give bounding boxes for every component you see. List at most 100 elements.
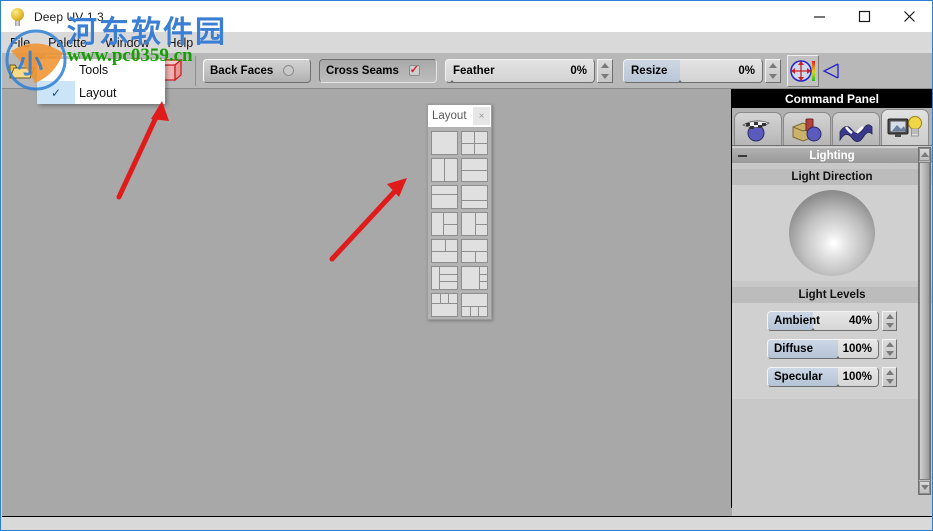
resize-stepper[interactable] bbox=[765, 58, 781, 83]
camera-cone-icon[interactable] bbox=[821, 58, 841, 84]
menu-item-layout[interactable]: ✓ Layout bbox=[37, 81, 165, 104]
level-row-diffuse: Diffuse 100% bbox=[732, 339, 932, 359]
resize-field[interactable]: Resize 0% bbox=[623, 58, 763, 83]
check-icon: ✓ bbox=[37, 81, 75, 104]
light-sphere-icon[interactable] bbox=[789, 190, 875, 276]
chevron-up-icon[interactable] bbox=[885, 370, 894, 375]
close-icon[interactable]: × bbox=[473, 107, 490, 125]
uv-viewport[interactable] bbox=[2, 89, 732, 516]
back-faces-toggle[interactable]: Back Faces bbox=[203, 58, 311, 83]
palette-dropdown-menu[interactable]: Tools ✓ Layout bbox=[37, 59, 165, 104]
diffuse-field[interactable]: Diffuse 100% bbox=[767, 339, 879, 359]
specular-value: 100% bbox=[842, 371, 872, 383]
resize-label: Resize bbox=[631, 64, 668, 77]
rollout-lighting-header[interactable]: Lighting bbox=[732, 147, 932, 163]
level-row-ambient: Ambient 40% bbox=[732, 311, 932, 331]
layout-options-grid bbox=[428, 127, 491, 321]
command-panel-title: Command Panel bbox=[732, 89, 932, 108]
layout-left-right-split[interactable] bbox=[461, 212, 488, 236]
back-faces-checkbox[interactable] bbox=[283, 65, 295, 76]
feather-spinner[interactable]: Feather 0% bbox=[445, 58, 613, 83]
chevron-down-icon[interactable] bbox=[769, 73, 777, 79]
ambient-stepper[interactable] bbox=[882, 311, 897, 331]
chevron-up-icon[interactable] bbox=[885, 314, 894, 319]
specular-label: Specular bbox=[774, 371, 823, 383]
menu-window[interactable]: Window bbox=[97, 34, 157, 52]
layout-left-stack-main[interactable] bbox=[431, 266, 458, 290]
chevron-up-icon[interactable] bbox=[885, 342, 894, 347]
maximize-icon[interactable] bbox=[842, 1, 887, 32]
feather-stepper[interactable] bbox=[597, 58, 613, 83]
menu-item-tools[interactable]: Tools bbox=[37, 59, 165, 81]
menu-help[interactable]: Help bbox=[160, 34, 202, 52]
application-window: Deep UV 1.3 File Palette Window Help Bac… bbox=[0, 0, 933, 531]
menu-palette[interactable]: Palette bbox=[40, 34, 95, 52]
diffuse-stepper[interactable] bbox=[882, 339, 897, 359]
light-direction-control[interactable] bbox=[732, 185, 932, 281]
feather-label: Feather bbox=[453, 64, 495, 77]
command-panel-tabs bbox=[732, 108, 932, 146]
layout-two-vertical[interactable] bbox=[431, 158, 458, 182]
rollout-lighting-title: Lighting bbox=[809, 149, 855, 162]
viewport-bottom-strip bbox=[2, 508, 732, 516]
ambient-field[interactable]: Ambient 40% bbox=[767, 311, 879, 331]
title-bar: Deep UV 1.3 bbox=[1, 1, 932, 32]
scroll-up-button[interactable] bbox=[919, 148, 930, 161]
resize-value: 0% bbox=[738, 64, 755, 77]
resize-spinner[interactable]: Resize 0% bbox=[623, 58, 781, 83]
layout-main-right-stack[interactable] bbox=[461, 266, 488, 290]
layout-palette-titlebar[interactable]: Layout × bbox=[428, 105, 491, 127]
layout-top-bottom-split[interactable] bbox=[461, 239, 488, 263]
level-row-specular: Specular 100% bbox=[732, 367, 932, 387]
menu-item-layout-label: Layout bbox=[79, 85, 117, 100]
cross-seams-checkbox[interactable]: ✓ bbox=[408, 65, 420, 76]
chevron-up-icon[interactable] bbox=[601, 62, 609, 68]
light-levels-header: Light Levels bbox=[732, 287, 932, 303]
ambient-label: Ambient bbox=[774, 315, 820, 327]
layout-top-bottom-tri[interactable] bbox=[461, 293, 488, 317]
menu-file[interactable]: File bbox=[2, 34, 38, 52]
open-folder-icon[interactable] bbox=[6, 56, 38, 86]
back-faces-label: Back Faces bbox=[210, 64, 274, 77]
scroll-down-button[interactable] bbox=[919, 481, 930, 494]
chevron-down-icon[interactable] bbox=[885, 379, 894, 384]
chevron-down-icon[interactable] bbox=[885, 351, 894, 356]
light-direction-header: Light Direction bbox=[732, 169, 932, 185]
specular-field[interactable]: Specular 100% bbox=[767, 367, 879, 387]
layout-quad[interactable] bbox=[461, 131, 488, 155]
cross-seams-label: Cross Seams bbox=[326, 64, 399, 77]
chevron-up-icon[interactable] bbox=[769, 62, 777, 68]
layout-palette-title: Layout bbox=[432, 110, 467, 122]
sphere-lamp-icon bbox=[8, 6, 30, 28]
layout-top-tri-bottom[interactable] bbox=[431, 293, 458, 317]
diffuse-value: 100% bbox=[842, 343, 872, 355]
tab-material-checker[interactable] bbox=[734, 112, 782, 145]
layout-top-thin-bottom[interactable] bbox=[431, 185, 458, 209]
cross-seams-toggle[interactable]: Cross Seams ✓ bbox=[319, 58, 437, 83]
chevron-down-icon[interactable] bbox=[601, 73, 609, 79]
command-panel: Command Panel Lighting Light Direction L… bbox=[732, 89, 932, 516]
feather-value: 0% bbox=[570, 64, 587, 77]
layout-two-horizontal[interactable] bbox=[461, 158, 488, 182]
layout-top-bottom-thin[interactable] bbox=[461, 185, 488, 209]
minimize-icon[interactable] bbox=[797, 1, 842, 32]
scrollbar-thumb[interactable] bbox=[919, 162, 930, 480]
tab-display-lighting[interactable] bbox=[881, 109, 929, 145]
layout-palette[interactable]: Layout × bbox=[427, 104, 492, 320]
rotate-gizmo-icon[interactable] bbox=[787, 54, 819, 87]
command-panel-scrollbar[interactable] bbox=[918, 147, 931, 495]
layout-left-split-right[interactable] bbox=[431, 212, 458, 236]
close-icon[interactable] bbox=[887, 1, 932, 32]
specular-stepper[interactable] bbox=[882, 367, 897, 387]
tab-uv-ribbon[interactable] bbox=[832, 112, 880, 145]
feather-field[interactable]: Feather 0% bbox=[445, 58, 595, 83]
chevron-up-icon bbox=[920, 152, 929, 157]
window-controls bbox=[797, 1, 932, 32]
layout-top-split-bottom[interactable] bbox=[431, 239, 458, 263]
collapse-icon[interactable] bbox=[738, 155, 747, 157]
chevron-down-icon[interactable] bbox=[885, 323, 894, 328]
menu-bar: File Palette Window Help bbox=[2, 32, 932, 53]
layout-single[interactable] bbox=[431, 131, 458, 155]
tab-objects[interactable] bbox=[783, 112, 831, 145]
menu-item-tools-label: Tools bbox=[79, 63, 109, 77]
